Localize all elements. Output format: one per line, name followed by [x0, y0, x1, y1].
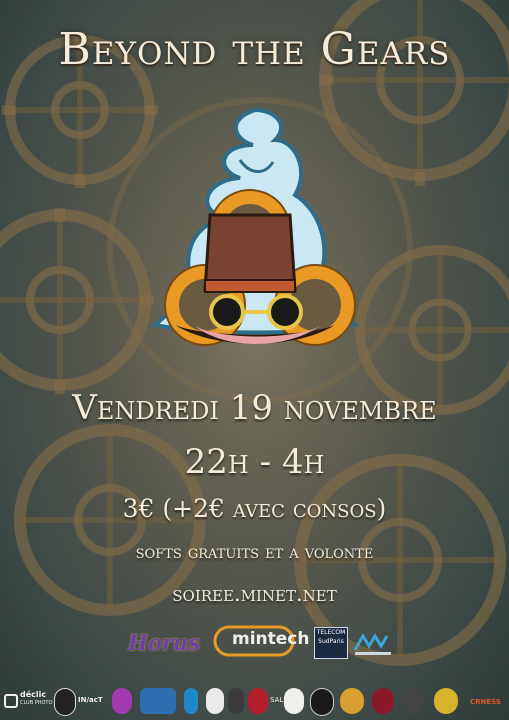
association-logo — [248, 688, 268, 714]
poster: Beyond the Gears Vendredi 19 novembre 22… — [0, 0, 509, 720]
association-logo — [228, 688, 244, 714]
event-website[interactable]: soiree.minet.net — [0, 582, 509, 606]
association-logo — [372, 688, 394, 714]
telecom-label: TELECOM — [316, 629, 346, 636]
association-logo — [112, 688, 132, 714]
association-logo — [184, 688, 198, 714]
event-title: Beyond the Gears — [58, 24, 451, 75]
softs-info: softs gratuits et a volonte — [135, 541, 374, 563]
association-logo — [206, 688, 224, 714]
declic-camera-icon — [4, 694, 18, 708]
association-logo — [402, 688, 424, 714]
association-logo — [340, 688, 364, 714]
imt-logo — [353, 633, 391, 655]
mascot-logo — [150, 107, 360, 346]
event-date: Vendredi 19 novembre — [72, 388, 437, 428]
association-logos: déclic CLUB PHOTO IN/acT SALSA CRNESS — [0, 686, 509, 716]
mintech-label: mintech — [232, 629, 310, 649]
sudparis-label: SudParis — [318, 638, 344, 645]
telecom-sudparis-logo: TELECOM SudParis — [314, 627, 348, 659]
association-logo — [434, 688, 458, 714]
horus-logo: Horus — [128, 630, 201, 655]
mintech-logo: mintech — [212, 624, 309, 658]
event-hours: 22h - 4h — [184, 442, 325, 482]
sponsor-logos: Horus mintech TELECOM SudParis — [0, 622, 509, 662]
association-logo — [310, 688, 334, 716]
declic-label: déclic — [20, 690, 47, 699]
crness-label: CRNESS — [470, 698, 501, 706]
impact-label: IN/acT — [78, 696, 103, 704]
event-price: 3€ (+2€ avec consos) — [122, 494, 387, 523]
association-logo — [54, 688, 76, 716]
association-logo — [140, 688, 176, 714]
declic-sub-label: CLUB PHOTO — [20, 700, 53, 706]
association-logo — [284, 688, 304, 714]
